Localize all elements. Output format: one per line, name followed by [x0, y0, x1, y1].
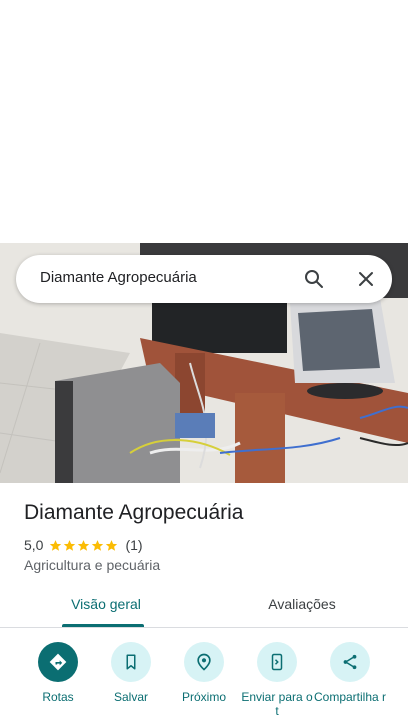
rating-value: 5,0 — [24, 537, 44, 553]
share-button[interactable]: Compartilha r — [312, 642, 388, 704]
search-bar[interactable]: Diamante Agropecuária — [16, 255, 392, 303]
save-button[interactable]: Salvar — [93, 642, 169, 704]
rating-stars — [49, 539, 119, 552]
tabs-divider — [0, 627, 408, 628]
search-input[interactable]: Diamante Agropecuária — [40, 269, 197, 286]
tab-reviews[interactable]: Avaliações — [232, 596, 372, 612]
send-to-phone-button[interactable]: Enviar para o t — [239, 642, 315, 718]
map-area-blank — [0, 0, 408, 243]
review-count[interactable]: (1) — [125, 537, 142, 553]
star-icon — [92, 539, 104, 551]
save-label: Salvar — [113, 690, 148, 704]
nearby-label: Próximo — [181, 690, 226, 704]
share-icon — [343, 654, 357, 670]
rating-row[interactable]: 5,0 (1) — [24, 536, 143, 554]
star-icon — [106, 539, 118, 551]
send-to-phone-label: Enviar para o t — [241, 690, 313, 718]
directions-label: Rotas — [42, 690, 74, 704]
directions-icon — [49, 653, 67, 671]
bookmark-icon — [126, 654, 136, 670]
nearby-button[interactable]: Próximo — [166, 642, 242, 704]
place-title: Diamante Agropecuária — [24, 501, 244, 524]
nearby-icon — [197, 653, 211, 671]
star-icon — [64, 539, 76, 551]
tab-overview[interactable]: Visão geral — [36, 596, 176, 612]
search-icon[interactable] — [302, 267, 326, 291]
star-icon — [50, 539, 62, 551]
send-to-phone-icon — [271, 653, 283, 671]
share-label: Compartilha r — [313, 690, 387, 704]
close-icon[interactable] — [354, 267, 378, 291]
place-category: Agricultura e pecuária — [24, 557, 161, 573]
directions-button[interactable]: Rotas — [20, 642, 96, 704]
star-icon — [78, 539, 90, 551]
